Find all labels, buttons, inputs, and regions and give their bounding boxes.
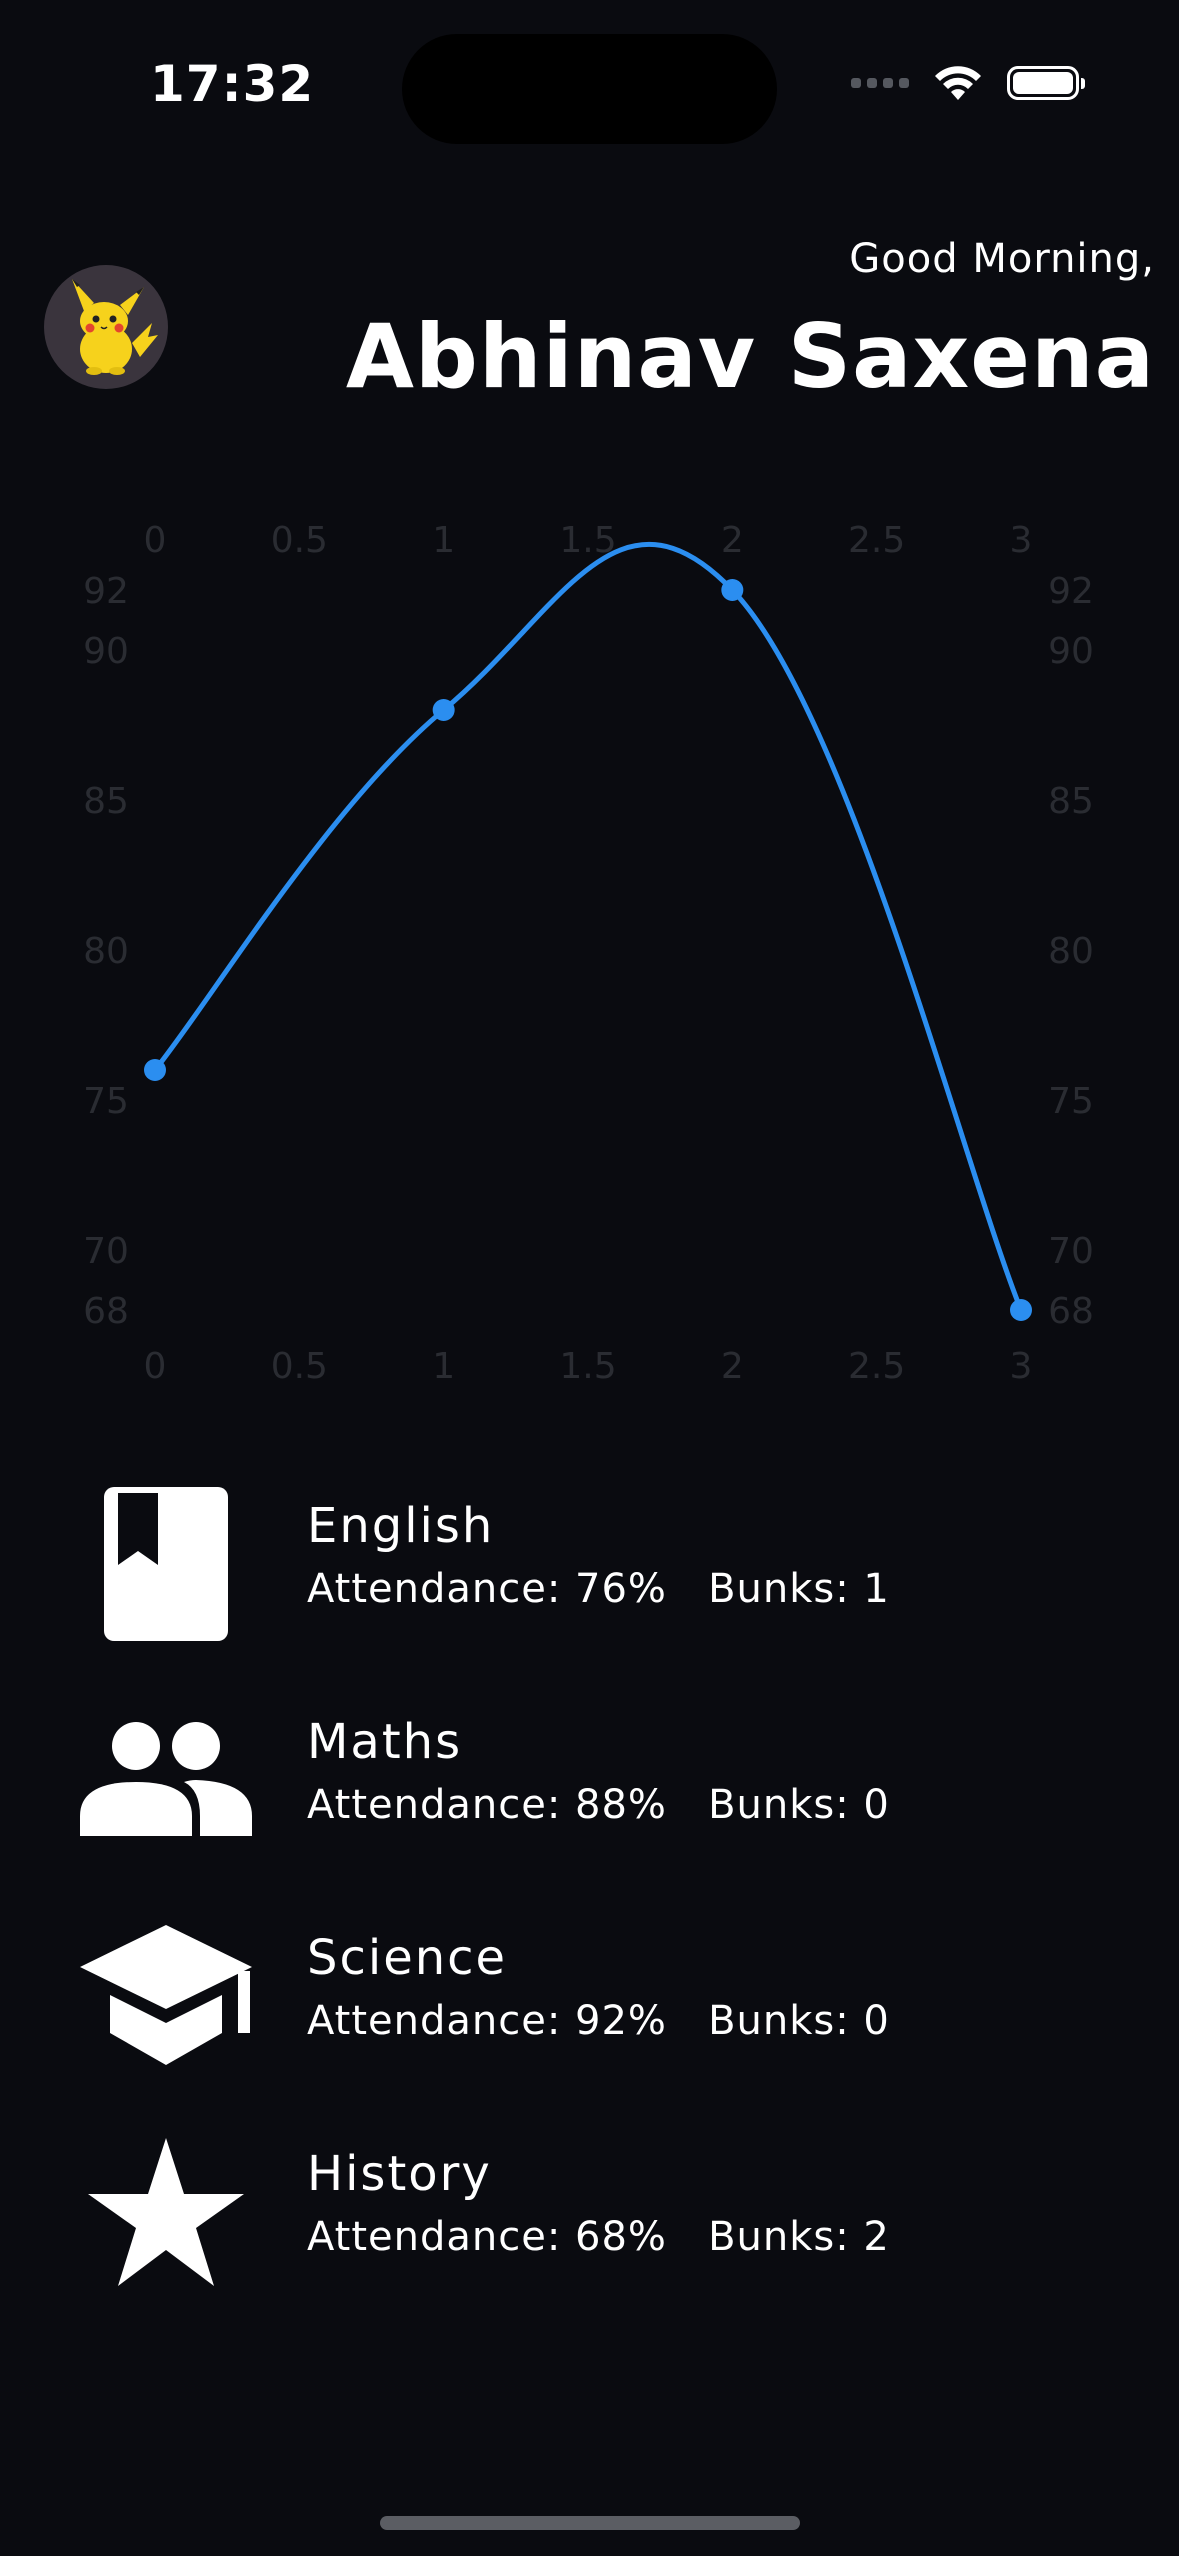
subject-name: English [307,1498,495,1554]
avatar[interactable] [44,265,168,389]
subject-row-history[interactable]: History Attendance: 68% Bunks: 2 [0,2122,1179,2302]
x-tick-label-top: 1.5 [559,520,616,561]
subject-name: History [307,2146,492,2202]
y-tick-label-right: 85 [1048,781,1094,822]
x-tick-label-top: 2.5 [848,520,905,561]
x-tick-label-bottom: 3 [1010,1346,1033,1387]
status-icons [851,64,1085,102]
data-point [1010,1299,1032,1321]
user-name: Abhinav Saxena [345,305,1155,408]
x-tick-label-bottom: 2.5 [848,1346,905,1387]
wifi-icon [935,66,981,100]
subject-row-science[interactable]: Science Attendance: 92% Bunks: 0 [0,1906,1179,2086]
greeting-text: Good Morning, [849,236,1155,282]
subject-name: Maths [307,1714,463,1770]
subject-row-english[interactable]: English Attendance: 76% Bunks: 1 [0,1474,1179,1654]
subject-stats: Attendance: 88% Bunks: 0 [307,1782,890,1828]
x-tick-label-bottom: 1 [432,1346,455,1387]
x-tick-label-top: 2 [721,520,744,561]
subject-name: Science [307,1930,508,1986]
y-tick-label-left: 92 [83,571,129,612]
x-tick-label-bottom: 1.5 [559,1346,616,1387]
y-tick-label-left: 80 [83,931,129,972]
y-tick-label-left: 85 [83,781,129,822]
x-tick-label-bottom: 0 [144,1346,167,1387]
graduation-cap-icon [76,1906,256,2086]
subject-stats: Attendance: 68% Bunks: 2 [307,2214,890,2260]
dynamic-island [402,34,777,144]
y-tick-label-right: 68 [1048,1291,1094,1332]
y-tick-label-right: 92 [1048,571,1094,612]
y-tick-label-left: 90 [83,631,129,672]
x-tick-label-top: 0 [144,520,167,561]
pikachu-avatar-icon [72,279,158,375]
y-tick-label-right: 70 [1048,1231,1094,1272]
data-point [432,699,455,721]
subject-stats: Attendance: 92% Bunks: 0 [307,1998,890,2044]
x-tick-label-bottom: 0.5 [271,1346,328,1387]
y-tick-label-right: 80 [1048,931,1094,972]
y-tick-label-right: 90 [1048,631,1094,672]
people-icon [76,1690,256,1870]
data-point [144,1059,166,1081]
book-bookmark-icon [76,1474,256,1654]
series-line [152,541,1024,1313]
cellular-signal-icon [851,78,909,88]
status-time: 17:32 [150,55,315,113]
y-tick-label-left: 75 [83,1081,129,1122]
battery-icon [1007,66,1085,100]
x-tick-label-top: 0.5 [271,520,328,561]
data-point [721,579,744,601]
x-tick-label-bottom: 2 [721,1346,744,1387]
star-icon [76,2122,256,2302]
x-tick-label-top: 1 [432,520,455,561]
home-indicator[interactable] [380,2516,800,2530]
y-tick-label-right: 75 [1048,1081,1094,1122]
x-tick-label-top: 3 [1010,520,1033,561]
subject-stats: Attendance: 76% Bunks: 1 [307,1566,890,1612]
subject-row-maths[interactable]: Maths Attendance: 88% Bunks: 0 [0,1690,1179,1870]
y-tick-label-left: 68 [83,1291,129,1332]
y-tick-label-left: 70 [83,1231,129,1272]
